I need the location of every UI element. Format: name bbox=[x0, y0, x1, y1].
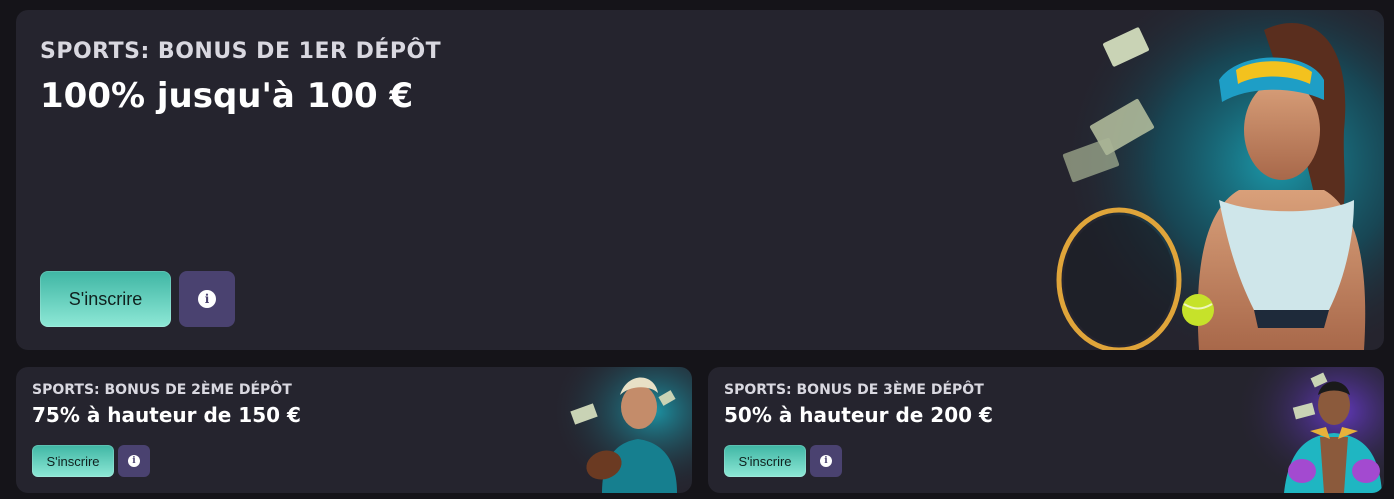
signup-button[interactable]: S'inscrire bbox=[40, 271, 171, 327]
promo-title: 75% à hauteur de 150 € bbox=[32, 403, 301, 427]
signup-button[interactable]: S'inscrire bbox=[32, 445, 114, 477]
sports-bonus-promos: SPORTS: BONUS DE 1ER DÉPÔT 100% jusqu'à … bbox=[0, 0, 1394, 499]
promo-subtitle: SPORTS: BONUS DE 3ÈME DÉPÔT bbox=[724, 382, 984, 398]
tennis-player-illustration bbox=[1024, 10, 1384, 350]
promo-subtitle: SPORTS: BONUS DE 1ER DÉPÔT bbox=[40, 39, 442, 64]
signup-button[interactable]: S'inscrire bbox=[724, 445, 806, 477]
promo-card-second-deposit: SPORTS: BONUS DE 2ÈME DÉPÔT 75% à hauteu… bbox=[16, 367, 692, 493]
info-icon: i bbox=[198, 290, 216, 308]
football-player-illustration bbox=[542, 367, 692, 493]
promo-subtitle: SPORTS: BONUS DE 2ÈME DÉPÔT bbox=[32, 382, 292, 398]
info-button[interactable]: i bbox=[179, 271, 235, 327]
promo-title: 50% à hauteur de 200 € bbox=[724, 403, 993, 427]
promo-card-third-deposit: SPORTS: BONUS DE 3ÈME DÉPÔT 50% à hauteu… bbox=[708, 367, 1384, 493]
info-button[interactable]: i bbox=[118, 445, 150, 477]
info-button[interactable]: i bbox=[810, 445, 842, 477]
info-icon: i bbox=[128, 455, 140, 467]
info-icon: i bbox=[820, 455, 832, 467]
boxer-illustration bbox=[1234, 367, 1384, 493]
promo-card-first-deposit: SPORTS: BONUS DE 1ER DÉPÔT 100% jusqu'à … bbox=[16, 10, 1384, 350]
promo-title: 100% jusqu'à 100 € bbox=[40, 76, 414, 116]
